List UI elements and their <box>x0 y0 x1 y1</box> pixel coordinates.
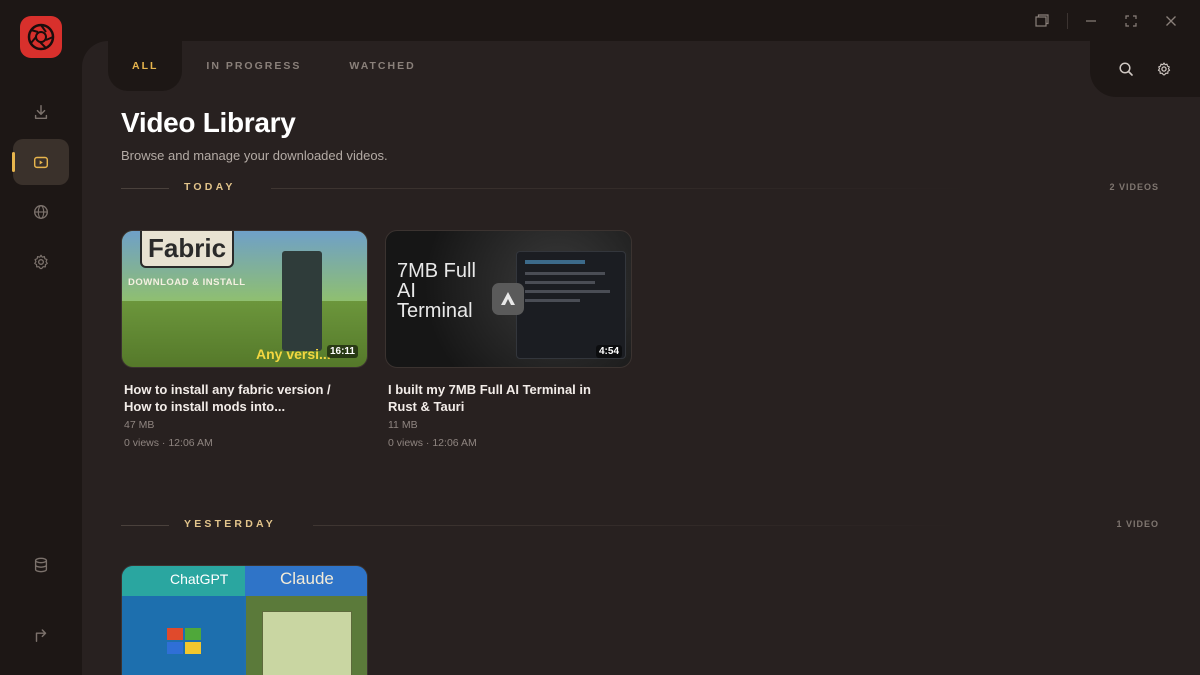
globe-icon <box>34 205 48 219</box>
section-header-yesterday: YESTERDAY 1 VIDEO <box>121 518 1159 532</box>
thumbnail-left-label: ChatGPT <box>170 571 229 587</box>
minimize-icon <box>1086 20 1096 22</box>
thumbnail-title-text: Fabric <box>140 231 235 268</box>
thumbnail-title-line: 7MB Full <box>397 260 476 282</box>
main-panel: ALL IN PROGRESS WATCHED Video Library Br… <box>82 41 1200 675</box>
video-card[interactable]: Fabric DOWNLOAD & INSTALL Any versi... 1… <box>121 230 368 449</box>
thumbnail-window <box>262 611 352 675</box>
toolbar <box>1090 41 1200 97</box>
section-divider <box>313 525 963 526</box>
video-thumbnail[interactable]: ChatGPT Claude <box>121 565 368 675</box>
section-count: 1 VIDEO <box>1116 519 1159 529</box>
exit-arrow-icon <box>35 629 47 643</box>
video-card[interactable]: 7MB Full AI Terminal 4:54 I built my 7MB… <box>385 230 632 449</box>
play-icon <box>33 156 49 169</box>
video-title[interactable]: I built my 7MB Full AI Terminal in Rust … <box>385 381 595 415</box>
tab-all[interactable]: ALL <box>108 41 183 91</box>
titlebar-divider <box>1067 13 1068 29</box>
thumbnail-subtext: DOWNLOAD & INSTALL <box>128 277 246 288</box>
thumbnail-title-line: Terminal <box>397 300 473 322</box>
close-icon <box>1166 16 1176 26</box>
video-title[interactable]: How to install any fabric version / How … <box>121 381 331 415</box>
section-count: 2 VIDEOS <box>1109 182 1159 192</box>
picture-in-picture-icon <box>1035 14 1049 27</box>
thumbnail-title-line: AI <box>397 280 416 302</box>
download-icon <box>34 104 48 120</box>
thumbnail-corner-text: Any versi... <box>256 346 331 362</box>
section-divider <box>121 525 169 526</box>
minimize-button[interactable] <box>1080 10 1102 32</box>
sidebar-item-settings[interactable] <box>13 239 69 285</box>
filter-tabs: ALL IN PROGRESS WATCHED <box>108 41 440 91</box>
section-divider <box>121 188 169 189</box>
section-label: YESTERDAY <box>184 518 277 530</box>
pip-button[interactable] <box>1031 10 1053 32</box>
triangle-logo-icon <box>501 292 515 305</box>
page-subtitle: Browse and manage your downloaded videos… <box>121 148 388 163</box>
thumbnail-right-label: Claude <box>280 569 334 588</box>
settings-button[interactable] <box>1154 59 1174 79</box>
video-size: 47 MB <box>124 419 155 431</box>
video-thumbnail[interactable]: 7MB Full AI Terminal 4:54 <box>385 230 632 368</box>
search-button[interactable] <box>1116 59 1136 79</box>
video-size: 11 MB <box>388 419 418 431</box>
app-logo <box>20 16 62 58</box>
search-icon <box>1119 62 1133 76</box>
thumbnail-figure <box>282 251 322 351</box>
sidebar-item-storage[interactable] <box>13 542 69 588</box>
section-divider <box>271 188 971 189</box>
app-icon <box>492 283 524 315</box>
tab-watched[interactable]: WATCHED <box>325 41 439 91</box>
thumbnail-terminal-window <box>516 251 626 359</box>
sidebar-item-browser[interactable] <box>13 189 69 235</box>
sidebar <box>0 0 82 675</box>
video-card[interactable]: ChatGPT Claude <box>121 565 368 675</box>
duration-badge: 16:11 <box>326 345 358 358</box>
video-thumbnail[interactable]: Fabric DOWNLOAD & INSTALL Any versi... 1… <box>121 230 368 368</box>
close-button[interactable] <box>1160 10 1182 32</box>
database-icon <box>34 557 48 573</box>
sidebar-item-downloads[interactable] <box>13 89 69 135</box>
page-title: Video Library <box>121 107 296 138</box>
tab-in-progress[interactable]: IN PROGRESS <box>182 41 325 91</box>
maximize-icon <box>1125 15 1137 27</box>
video-meta: 0 views · 12:06 AM <box>388 437 477 449</box>
sidebar-item-exit[interactable] <box>13 612 69 658</box>
gear-icon <box>1157 62 1171 76</box>
aperture-logo-icon <box>27 23 55 51</box>
duration-badge: 4:54 <box>595 345 622 358</box>
gear-icon <box>34 254 48 270</box>
maximize-button[interactable] <box>1120 10 1142 32</box>
video-meta: 0 views · 12:06 AM <box>124 437 213 449</box>
sidebar-item-library[interactable] <box>12 139 69 185</box>
windows-logo-icon <box>167 628 203 656</box>
section-label: TODAY <box>184 181 236 193</box>
section-header-today: TODAY 2 VIDEOS <box>121 181 1159 195</box>
